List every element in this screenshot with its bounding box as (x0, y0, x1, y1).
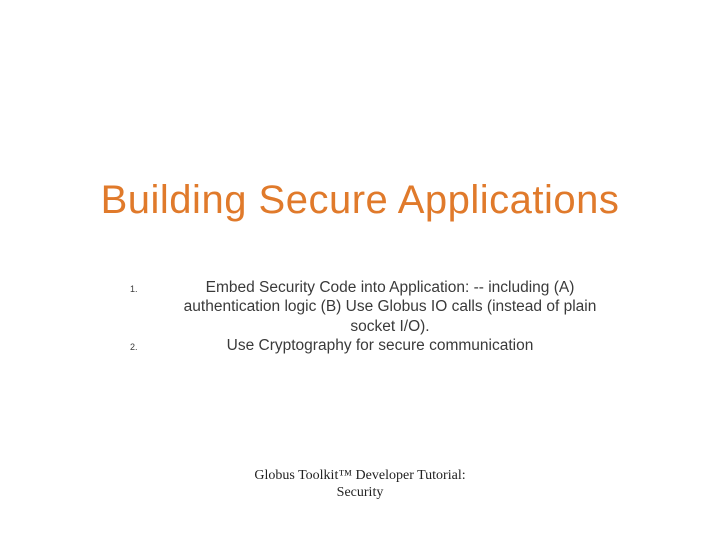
list-item: 2. Use Cryptography for secure communica… (130, 336, 610, 355)
list-number-1: 1. (130, 278, 170, 295)
footer-line-1: Globus Toolkit™ Developer Tutorial: (0, 468, 720, 485)
body-list: 1. Embed Security Code into Application:… (130, 278, 610, 356)
slide: Building Secure Applications 1. Embed Se… (0, 0, 720, 540)
list-text-1: Embed Security Code into Application: --… (170, 278, 610, 336)
slide-title: Building Secure Applications (0, 178, 720, 223)
list-number-2: 2. (130, 336, 170, 353)
footer-line-2: Security (0, 485, 720, 502)
list-text-2: Use Cryptography for secure communicatio… (170, 336, 610, 355)
list-item: 1. Embed Security Code into Application:… (130, 278, 610, 336)
slide-footer: Globus Toolkit™ Developer Tutorial: Secu… (0, 468, 720, 502)
